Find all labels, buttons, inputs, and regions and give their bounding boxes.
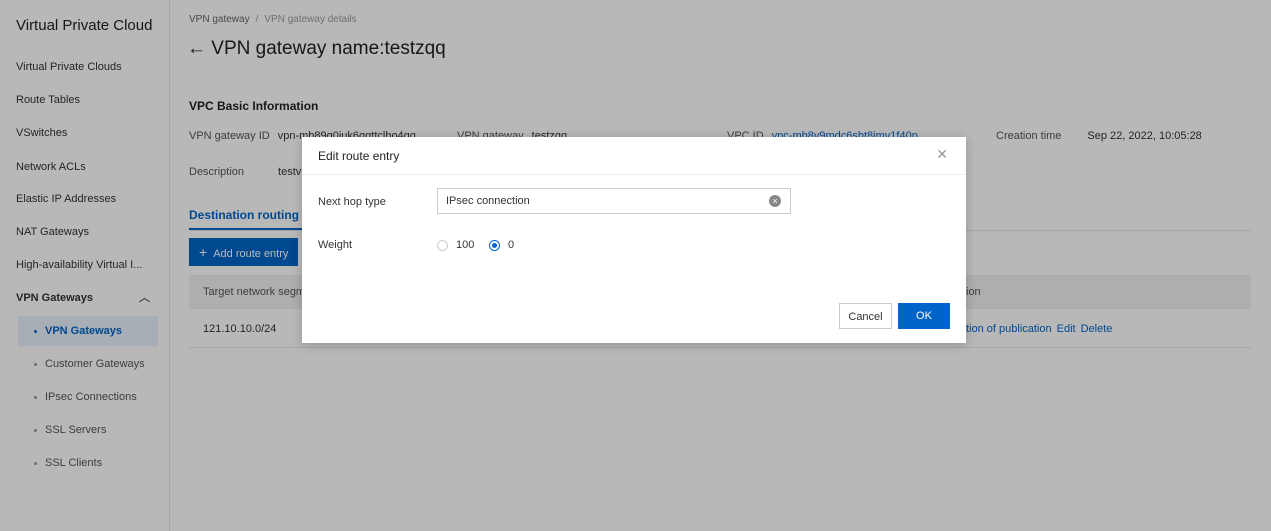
dialog-title: Edit route entry [318,149,400,163]
ok-button[interactable]: OK [898,303,950,329]
clear-circle-icon[interactable]: × [769,195,781,207]
radio-label: 0 [508,239,515,251]
radio-label: 100 [456,239,475,251]
radio-circle-icon [437,239,448,251]
weight-radio-100[interactable]: 100 [437,239,474,251]
close-icon[interactable]: ✕ [936,146,948,163]
next-hop-type-value: IPsec connection [446,195,530,207]
weight-radio-0[interactable]: 0 [489,239,514,251]
weight-label: Weight [318,239,353,251]
next-hop-type-select[interactable]: IPsec connection × [437,188,791,214]
next-hop-type-label: Next hop type [318,196,386,208]
radio-selected-icon [489,239,500,251]
cancel-button[interactable]: Cancel [839,303,892,329]
edit-route-entry-dialog: Edit route entry ✕ Next hop type IPsec c… [302,137,966,343]
dialog-divider [302,174,966,175]
